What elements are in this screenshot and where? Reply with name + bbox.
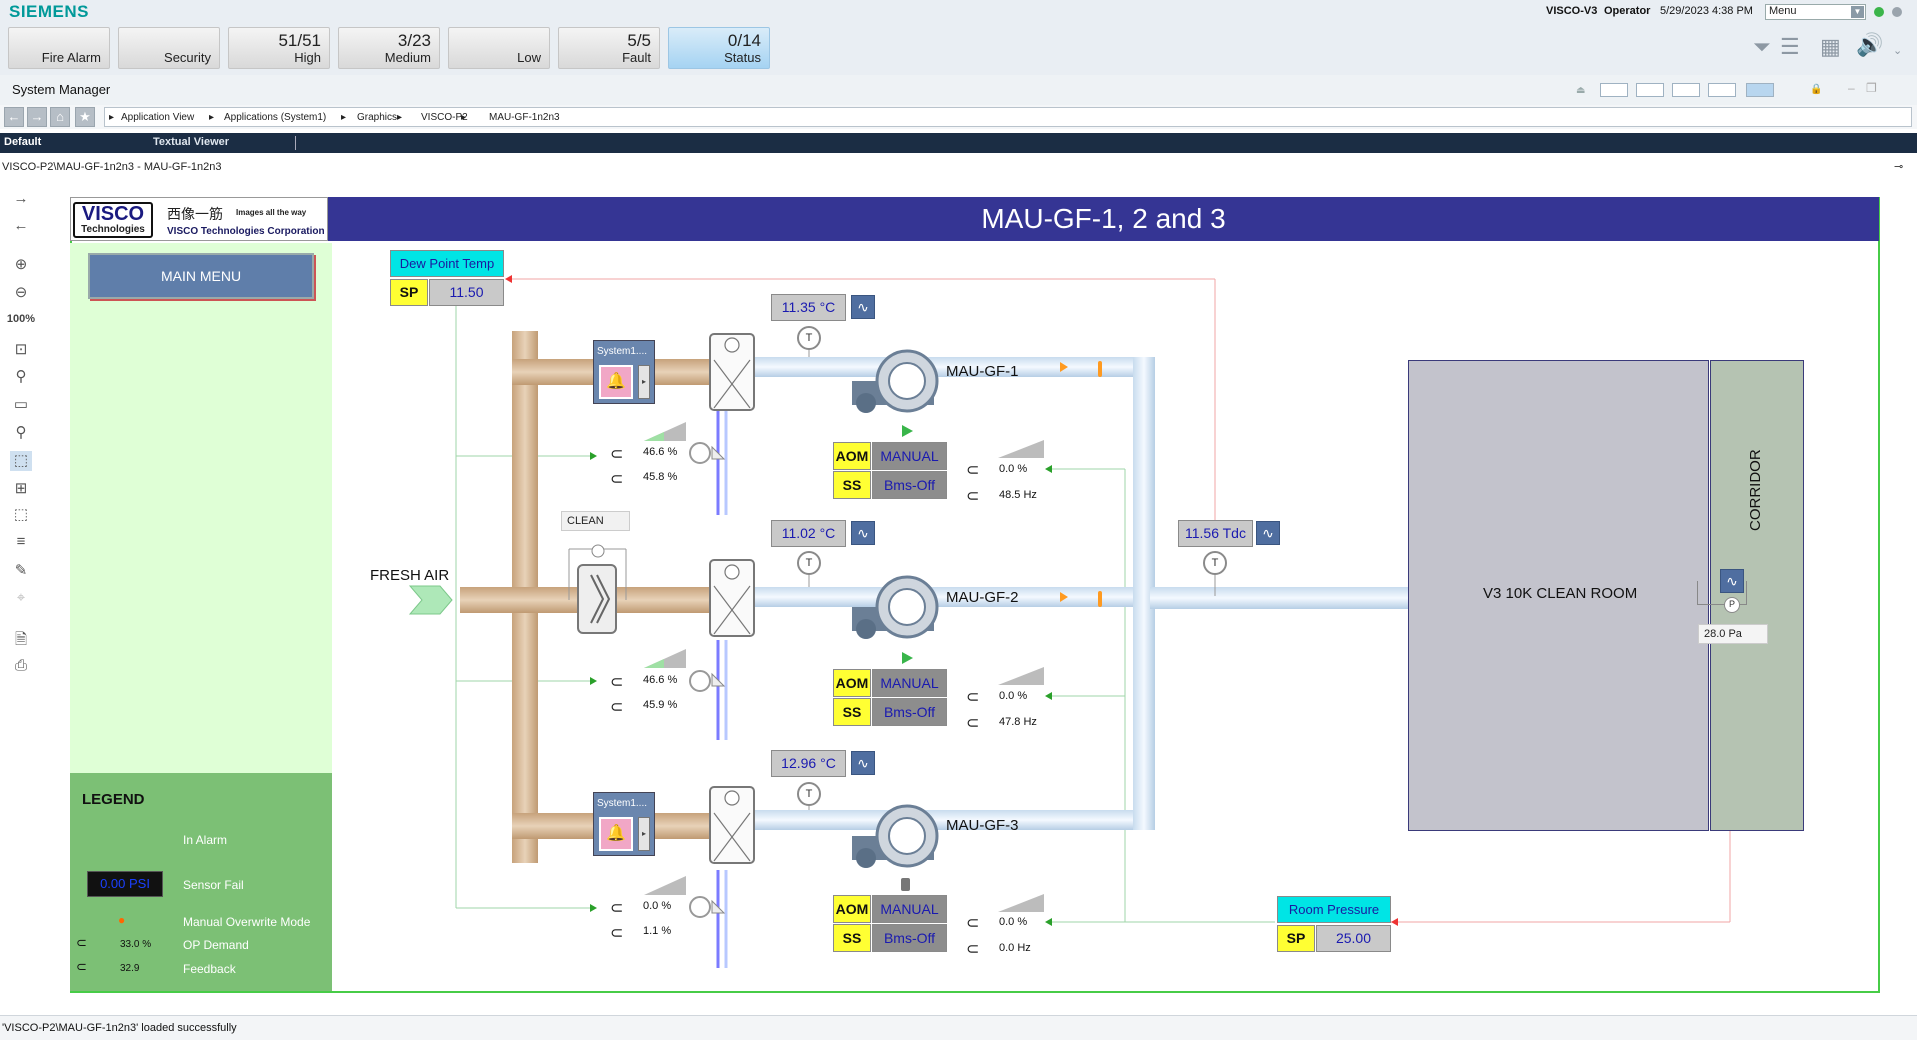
pressure-sensor-icon: P [1724, 597, 1740, 613]
fresh-air-label: FRESH AIR [370, 567, 450, 584]
unit3-valve-feedback: 1.1 % [643, 925, 672, 937]
unit1-speed-feedback: 48.5 Hz [999, 489, 1037, 501]
unit2-ss-value[interactable]: Bms-Off [872, 698, 947, 726]
room-pressure-label: Room Pressure [1277, 896, 1391, 923]
legend-sensor-fail: Sensor Fail [183, 878, 244, 892]
legend-op-demand: OP Demand [183, 938, 249, 952]
unit2-aom-value[interactable]: MANUAL [872, 669, 947, 697]
unit2-speed-feedback: 47.8 Hz [999, 716, 1037, 728]
bell-icon: 🔔 [599, 817, 633, 851]
clean-room[interactable]: V3 10K CLEAN ROOM [1408, 360, 1709, 831]
trend-icon[interactable]: ∿ [851, 751, 875, 775]
unit3-speed-output[interactable]: 0.0 % [999, 916, 1027, 928]
system-box-label: System1.... [597, 798, 648, 809]
unit3-speed-feedback: 0.0 Hz [999, 942, 1031, 954]
unit2-ss-label: SS [833, 698, 871, 726]
legend-manual: Manual Overwrite Mode [183, 915, 311, 929]
logo-mark: VISCO Technologies [73, 202, 153, 238]
legend-panel: LEGEND In Alarm 0.00 PSI Sensor Fail ● M… [70, 773, 332, 991]
dew-point-setpoint[interactable]: 11.50 [429, 279, 504, 306]
filter-status: CLEAN [561, 511, 630, 531]
room-pressure-reading[interactable]: 28.0 Pa [1698, 624, 1768, 644]
logo-sub-text: Technologies [81, 224, 145, 235]
output-icon: ⊂ [966, 689, 980, 706]
unit2-name: MAU-GF-2 [946, 589, 1019, 606]
unit3-valve-output[interactable]: 0.0 % [643, 900, 671, 912]
alarm-system-box-1[interactable]: System1.... 🔔 ▸ [593, 340, 655, 404]
expand-icon[interactable]: ▸ [638, 365, 650, 399]
unit2-aom-label: AOM [833, 669, 871, 697]
status-bar: 'VISCO-P2\MAU-GF-1n2n3' loaded successfu… [0, 1015, 1917, 1040]
output-icon: ⊂ [610, 446, 624, 463]
status-message: 'VISCO-P2\MAU-GF-1n2n3' loaded successfu… [2, 1022, 237, 1034]
main-menu-button[interactable]: MAIN MENU [88, 253, 314, 299]
logo-main-text: VISCO [81, 203, 145, 225]
manual-override-icon: ● [118, 913, 126, 927]
temperature-sensor-icon: T [797, 551, 821, 575]
input-icon: ⊂ [610, 471, 624, 488]
supply-temperature[interactable]: 11.56 Tdc [1178, 520, 1253, 547]
unit3-temperature[interactable]: 12.96 °C [771, 750, 846, 777]
dew-point-label: Dew Point Temp [390, 250, 504, 277]
unit2-valve-feedback: 45.9 % [643, 699, 678, 711]
expand-icon[interactable]: ▸ [638, 817, 650, 851]
input-icon: ⊂ [76, 959, 87, 974]
logo-corp-text: VISCO Technologies Corporation [167, 226, 325, 237]
trend-icon[interactable]: ∿ [1256, 521, 1280, 545]
fan-2-icon[interactable] [852, 575, 939, 639]
unit1-valve-output[interactable]: 46.6 % [643, 446, 677, 458]
temperature-sensor-icon: T [797, 782, 821, 806]
output-icon: ⊂ [966, 915, 980, 932]
output-icon: ⊂ [966, 462, 980, 479]
unit1-temperature[interactable]: 11.35 °C [771, 294, 846, 321]
output-icon: ⊂ [76, 935, 87, 950]
legend-sensor-fail-sample: 0.00 PSI [87, 871, 163, 897]
system-box-label: System1.... [597, 346, 648, 357]
unit3-aom-value[interactable]: MANUAL [872, 895, 947, 923]
trend-icon[interactable]: ∿ [851, 295, 875, 319]
unit1-aom-value[interactable]: MANUAL [872, 442, 947, 470]
legend-feedback: Feedback [183, 962, 236, 976]
alarm-system-box-2[interactable]: System1.... 🔔 ▸ [593, 792, 655, 856]
unit1-name: MAU-GF-1 [946, 363, 1019, 380]
unit3-ss-value[interactable]: Bms-Off [872, 924, 947, 952]
input-icon: ⊂ [966, 715, 980, 732]
dew-point-sp-label: SP [390, 279, 428, 306]
page-title: MAU-GF-1, 2 and 3 [328, 197, 1879, 241]
legend-title: LEGEND [82, 791, 145, 808]
legend-feedback-value: 32.9 [120, 963, 140, 974]
unit1-valve-feedback: 45.8 % [643, 471, 678, 483]
legend-op-demand-value: 33.0 % [120, 939, 152, 950]
unit1-ss-label: SS [833, 471, 871, 499]
logo-chinese-text: 西像一筋 [167, 207, 223, 223]
unit1-speed-output[interactable]: 0.0 % [999, 463, 1027, 475]
visco-logo: VISCO Technologies 西像一筋 Images all the w… [70, 197, 328, 241]
temperature-sensor-icon: T [1203, 551, 1227, 575]
room-pressure-sp-label: SP [1277, 925, 1315, 952]
output-icon: ⊂ [610, 674, 624, 691]
unit1-ss-value[interactable]: Bms-Off [872, 471, 947, 499]
unit2-temperature[interactable]: 11.02 °C [771, 520, 846, 547]
room-label: V3 10K CLEAN ROOM [1483, 585, 1638, 602]
input-icon: ⊂ [610, 699, 624, 716]
unit1-aom-label: AOM [833, 442, 871, 470]
temperature-sensor-icon: T [797, 326, 821, 350]
room-pressure-setpoint[interactable]: 25.00 [1316, 925, 1391, 952]
input-icon: ⊂ [966, 488, 980, 505]
trend-icon[interactable]: ∿ [851, 521, 875, 545]
unit3-aom-label: AOM [833, 895, 871, 923]
bell-icon: 🔔 [599, 365, 633, 399]
unit2-valve-output[interactable]: 46.6 % [643, 674, 677, 686]
unit3-name: MAU-GF-3 [946, 817, 1019, 834]
input-icon: ⊂ [610, 925, 624, 942]
logo-tagline: Images all the way [236, 208, 307, 217]
input-icon: ⊂ [966, 941, 980, 958]
trend-icon[interactable]: ∿ [1720, 569, 1744, 593]
unit3-ss-label: SS [833, 924, 871, 952]
corridor-label: CORRIDOR [1747, 449, 1764, 531]
legend-in-alarm: In Alarm [183, 833, 228, 847]
left-panel [70, 243, 332, 773]
output-icon: ⊂ [610, 900, 624, 917]
unit2-speed-output[interactable]: 0.0 % [999, 690, 1027, 702]
